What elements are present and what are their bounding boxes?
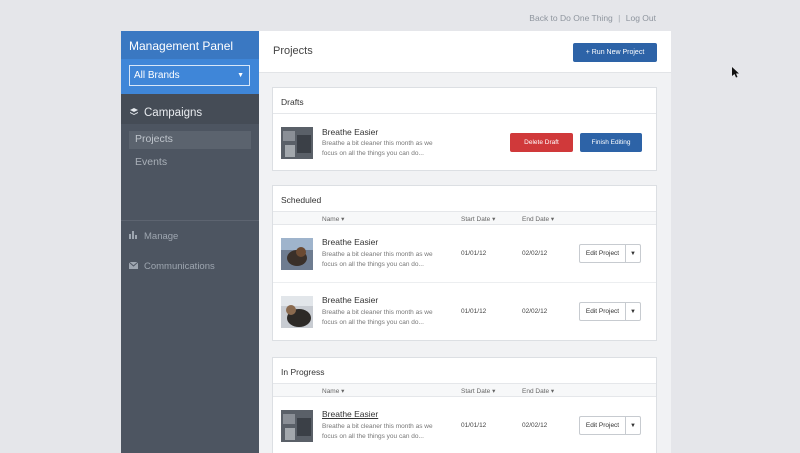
top-bar: Back to Do One Thing | Log Out (0, 0, 800, 32)
scheduled-title: Scheduled (273, 186, 656, 212)
project-thumbnail (281, 238, 313, 270)
end-date: 02/02/12 (522, 250, 548, 257)
project-thumbnail (281, 410, 313, 442)
column-header-end[interactable]: End Date ▾ (522, 215, 554, 223)
caret-down-icon[interactable]: ▼ (626, 245, 640, 262)
main-header: Projects + Run New Project (259, 31, 671, 73)
sidebar-item-projects[interactable]: Projects (129, 131, 251, 149)
project-description: Breathe a bit cleaner this month as we f… (322, 423, 433, 440)
table-row: Breathe Easier Breathe a bit cleaner thi… (273, 225, 656, 283)
start-date: 01/01/12 (461, 308, 487, 315)
project-description: Breathe a bit cleaner this month as we f… (322, 309, 433, 326)
finish-editing-button[interactable]: Finish Editing (580, 133, 642, 152)
bar-chart-icon (129, 231, 138, 241)
drafts-panel: Drafts Breathe Easier Breathe a bit clea… (272, 87, 657, 171)
sort-icon: ▾ (341, 388, 345, 395)
in-progress-title: In Progress (273, 358, 656, 384)
page-title: Projects (273, 45, 313, 57)
sidebar-item-events[interactable]: Events (129, 154, 251, 172)
sort-icon: ▾ (550, 216, 555, 223)
top-links: Back to Do One Thing | Log Out (529, 13, 656, 23)
back-link[interactable]: Back to Do One Thing (529, 13, 612, 23)
communications-label: Communications (144, 260, 215, 272)
caret-down-icon: ▼ (237, 72, 244, 79)
top-links-separator: | (618, 13, 621, 23)
column-header-end[interactable]: End Date ▾ (522, 387, 554, 395)
end-date: 02/02/12 (522, 422, 548, 429)
sort-icon: ▾ (492, 388, 496, 395)
sidebar: Management Panel All Brands ▼ Campaigns … (121, 31, 259, 453)
edit-project-group: Edit Project ▼ (579, 244, 641, 263)
layers-icon (129, 107, 139, 120)
table-row: Breathe Easier Breathe a bit cleaner thi… (273, 397, 656, 453)
project-name[interactable]: Breathe Easier (322, 295, 378, 305)
logout-link[interactable]: Log Out (626, 13, 656, 23)
sort-icon: ▾ (550, 388, 555, 395)
project-name[interactable]: Breathe Easier (322, 127, 378, 137)
main-content: Projects + Run New Project Drafts Breath… (259, 31, 739, 453)
column-header-row: Name ▾ Start Date ▾ End Date ▾ (273, 384, 656, 397)
table-row: Breathe Easier Breathe a bit cleaner thi… (273, 283, 656, 341)
app-window: Management Panel All Brands ▼ Campaigns … (121, 31, 739, 453)
scheduled-panel: Scheduled Name ▾ Start Date ▾ End Date ▾… (272, 185, 657, 341)
delete-draft-button[interactable]: Delete Draft (510, 133, 573, 152)
run-new-project-button[interactable]: + Run New Project (573, 43, 657, 62)
in-progress-panel: In Progress Name ▾ Start Date ▾ End Date… (272, 357, 657, 453)
edit-project-group: Edit Project ▼ (579, 302, 641, 321)
sidebar-header: Management Panel (121, 31, 259, 59)
project-name[interactable]: Breathe Easier (322, 409, 378, 419)
edit-project-button[interactable]: Edit Project (580, 303, 626, 320)
column-header-name[interactable]: Name ▾ (322, 215, 344, 223)
edit-project-group: Edit Project ▼ (579, 416, 641, 435)
brand-select[interactable]: All Brands ▼ (129, 65, 250, 86)
sidebar-section-campaigns[interactable]: Campaigns (121, 94, 259, 124)
project-description: Breathe a bit cleaner this month as we f… (322, 251, 433, 268)
envelope-icon (128, 261, 139, 271)
draft-row: Breathe Easier Breathe a bit cleaner thi… (273, 114, 656, 170)
drafts-title: Drafts (273, 88, 656, 114)
brand-select-value: All Brands (134, 70, 180, 81)
edit-project-button[interactable]: Edit Project (580, 417, 626, 434)
caret-down-icon[interactable]: ▼ (626, 417, 640, 434)
project-thumbnail (281, 127, 313, 159)
sort-icon: ▾ (341, 216, 345, 223)
caret-down-icon[interactable]: ▼ (626, 303, 640, 320)
column-header-start[interactable]: Start Date ▾ (461, 387, 495, 395)
edit-project-button[interactable]: Edit Project (580, 245, 626, 262)
column-header-start[interactable]: Start Date ▾ (461, 215, 495, 223)
column-header-row: Name ▾ Start Date ▾ End Date ▾ (273, 212, 656, 225)
end-date: 02/02/12 (522, 308, 548, 315)
start-date: 01/01/12 (461, 422, 487, 429)
mouse-cursor-icon (732, 67, 740, 81)
sidebar-item-manage[interactable]: Manage (121, 221, 259, 251)
campaigns-sub-list: Projects Events (121, 124, 259, 220)
sort-icon: ▾ (492, 216, 496, 223)
brand-select-wrap: All Brands ▼ (121, 59, 259, 94)
campaigns-label: Campaigns (144, 107, 203, 119)
start-date: 01/01/12 (461, 250, 487, 257)
project-thumbnail (281, 296, 313, 328)
column-header-name[interactable]: Name ▾ (322, 387, 344, 395)
project-description: Breathe a bit cleaner this month as we f… (322, 140, 433, 157)
manage-label: Manage (144, 230, 179, 242)
sidebar-item-communications[interactable]: Communications (121, 251, 259, 281)
project-name[interactable]: Breathe Easier (322, 237, 378, 247)
